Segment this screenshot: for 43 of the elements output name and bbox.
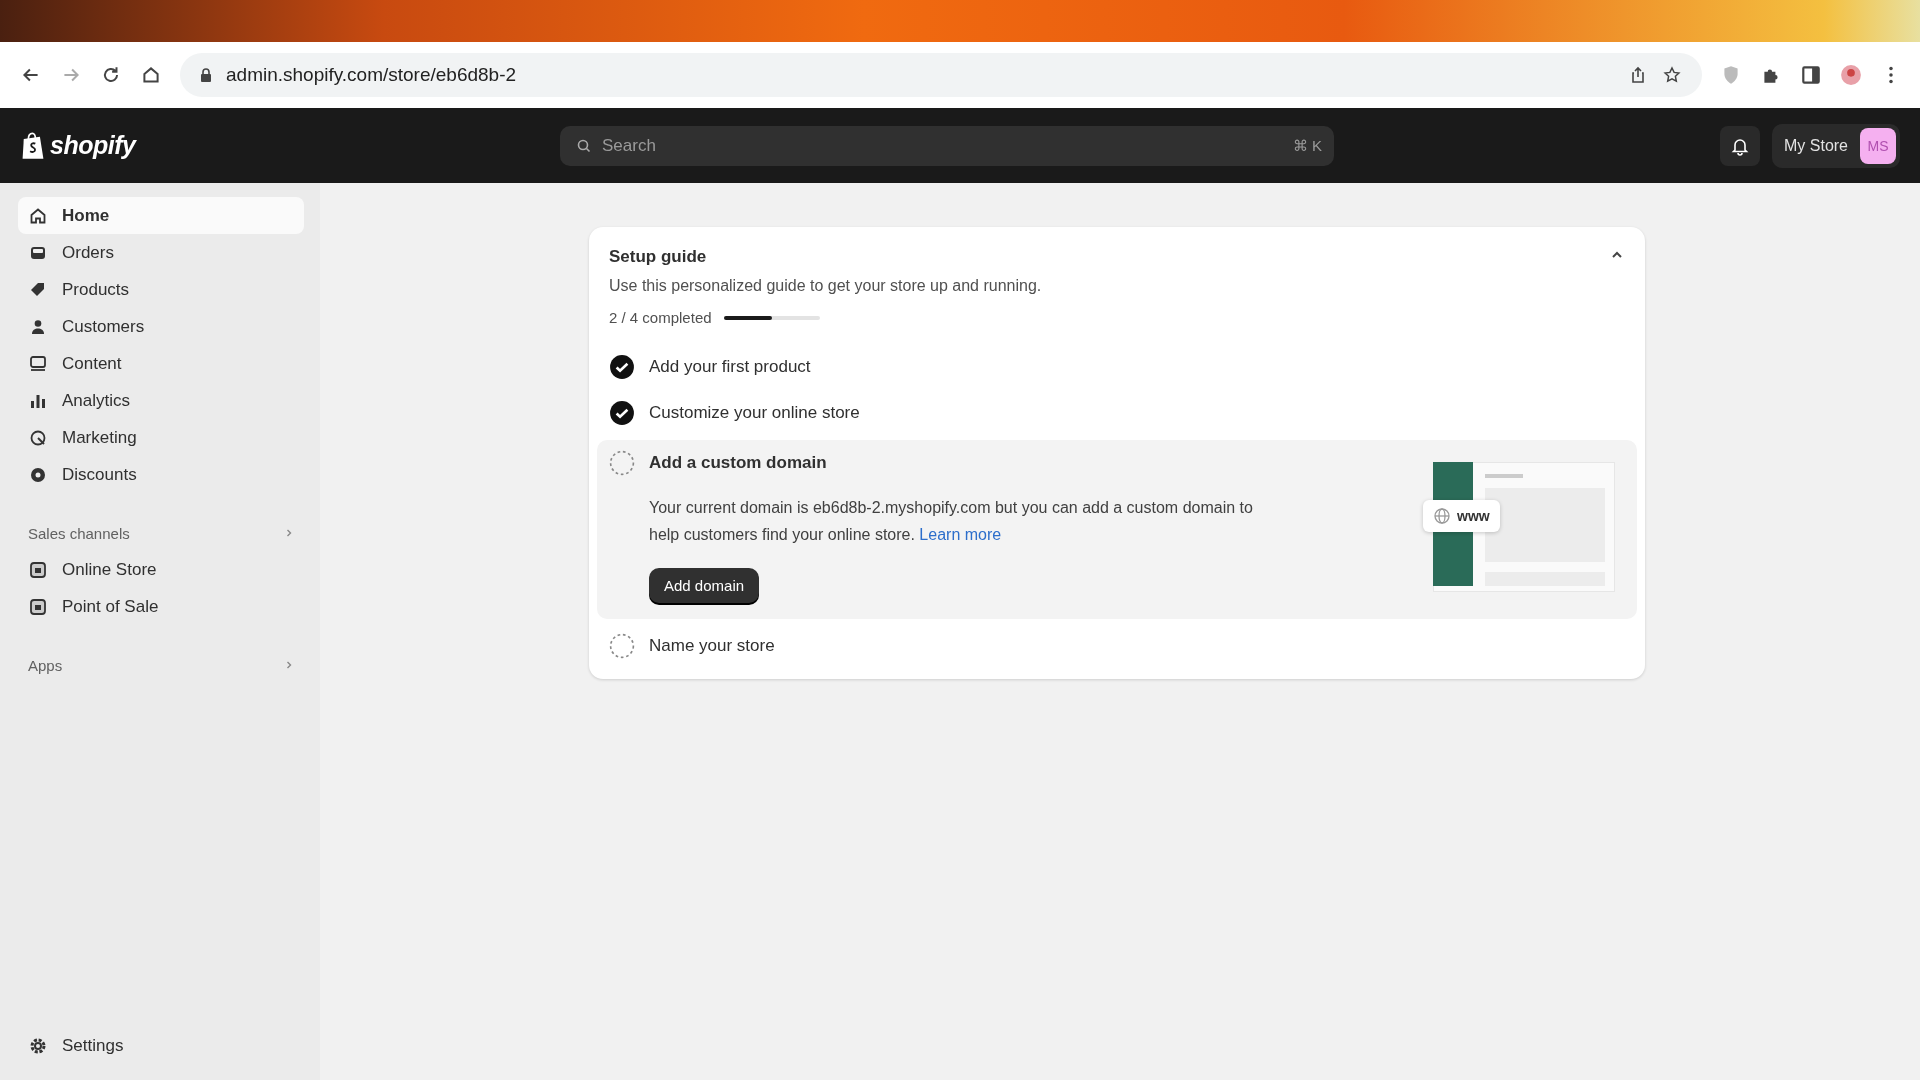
nav-item[interactable]: Discounts [18,456,304,493]
logo-text[interactable]: shopify [50,131,136,160]
section-header[interactable]: Apps [18,647,304,683]
store-name: My Store [1784,136,1848,155]
checkmark-icon[interactable] [609,400,635,426]
keyboard-shortcut: ⌘ K [1292,136,1322,155]
store-menu[interactable]: My Store MS [1772,123,1900,168]
chevron-right-icon [284,660,294,670]
profile-avatar-icon[interactable] [1840,64,1862,86]
nav-item[interactable]: Online Store [18,551,304,588]
nav-item[interactable]: Marketing [18,419,304,456]
notifications-button[interactable] [1720,125,1760,166]
store-avatar: MS [1860,127,1896,164]
search-icon [576,137,592,154]
chevron-right-icon [284,528,294,538]
checkmark-icon[interactable] [609,354,635,380]
add-domain-button[interactable]: Add domain [649,568,760,603]
side-panel-icon[interactable] [1800,64,1822,86]
nav-item[interactable]: Home [18,197,304,234]
task-title[interactable]: Add a custom domain [649,453,827,473]
card-title: Setup guide [609,247,708,267]
dashed-circle-icon[interactable] [609,633,635,659]
task-description: Your current domain is eb6d8b-2.myshopify.com but you can add a custom domain to help customers find your online store. Learn more [649,498,1254,545]
nav-item[interactable]: Analytics [18,382,304,419]
section-header[interactable]: Sales channels [18,515,304,551]
star-icon[interactable] [1662,65,1682,85]
nav-item[interactable]: Content [18,345,304,382]
settings-link[interactable]: Settings [18,1027,304,1064]
nav-item[interactable]: Point of Sale [18,588,304,625]
learn-more-link[interactable]: Learn more [919,526,1002,543]
task-title[interactable]: Name your store [649,636,775,656]
nav-item[interactable]: Orders [18,234,304,271]
task-title[interactable]: Add your first product [649,357,811,377]
nav-item[interactable]: Products [18,271,304,308]
content-icon [28,353,48,374]
address-bar[interactable]: admin.shopify.com/store/eb6d8b-2 [180,53,1702,97]
task-title[interactable]: Customize your online store [649,403,860,423]
dashed-circle-icon[interactable] [609,450,635,476]
nav-item[interactable]: Customers [18,308,304,345]
card-description: Use this personalized guide to get your store up and running. [609,277,1042,295]
progress-text: 2 / 4 completed [609,309,712,326]
domain-illustration: www [1423,462,1613,592]
lock-icon [200,68,212,82]
